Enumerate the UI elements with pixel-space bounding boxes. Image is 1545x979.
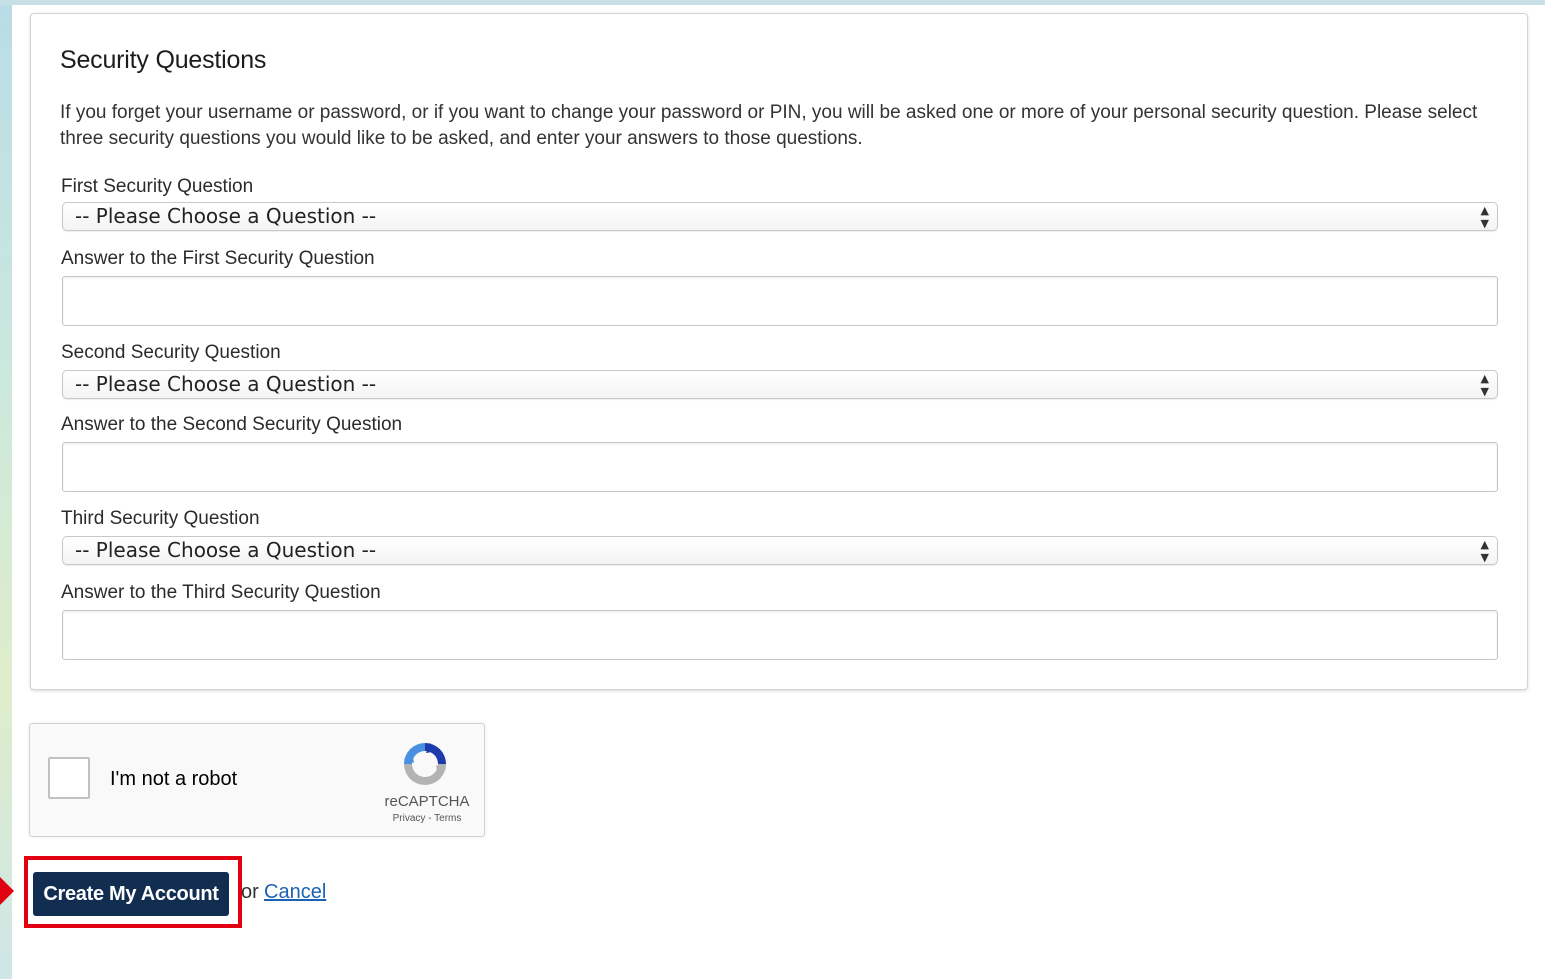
recaptcha-label: I'm not a robot (110, 768, 238, 790)
second-question-select[interactable]: -- Please Choose a Question -- ▲ ▼ (62, 370, 1498, 399)
cancel-link[interactable]: Cancel (264, 881, 326, 904)
recaptcha-brand: reCAPTCHA (384, 793, 470, 810)
section-title: Security Questions (60, 46, 267, 74)
first-answer-label: Answer to the First Security Question (61, 248, 375, 269)
third-question-label: Third Security Question (61, 508, 260, 529)
second-question-label: Second Security Question (61, 342, 281, 363)
first-question-selected: -- Please Choose a Question -- (75, 204, 377, 228)
third-answer-input[interactable] (62, 610, 1498, 660)
second-answer-label: Answer to the Second Security Question (61, 414, 403, 435)
third-question-selected: -- Please Choose a Question -- (75, 538, 377, 562)
recaptcha-icon (404, 743, 446, 785)
page-top-strip (0, 0, 1545, 5)
or-text: or (241, 881, 259, 903)
up-down-arrows-icon: ▲ ▼ (1480, 538, 1489, 564)
third-question-select[interactable]: -- Please Choose a Question -- ▲ ▼ (62, 536, 1498, 565)
second-question-selected: -- Please Choose a Question -- (75, 372, 377, 396)
second-answer-input[interactable] (62, 442, 1498, 492)
third-answer-label: Answer to the Third Security Question (61, 582, 381, 603)
section-intro: If you forget your username or password,… (60, 102, 1478, 149)
create-account-button[interactable]: Create My Account (33, 872, 229, 916)
up-down-arrows-icon: ▲ ▼ (1480, 372, 1489, 398)
first-question-label: First Security Question (61, 176, 254, 197)
recaptcha-checkbox[interactable] (48, 757, 90, 799)
first-question-select[interactable]: -- Please Choose a Question -- ▲ ▼ (62, 202, 1498, 231)
recaptcha-privacy-terms[interactable]: Privacy - Terms (380, 813, 474, 824)
first-answer-input[interactable] (62, 276, 1498, 326)
red-arrow-pointer-icon (0, 877, 14, 905)
recaptcha-widget: I'm not a robot reCAPTCHA Privacy - Term… (29, 723, 485, 837)
up-down-arrows-icon: ▲ ▼ (1480, 204, 1489, 230)
page-edge-strip (0, 0, 12, 979)
